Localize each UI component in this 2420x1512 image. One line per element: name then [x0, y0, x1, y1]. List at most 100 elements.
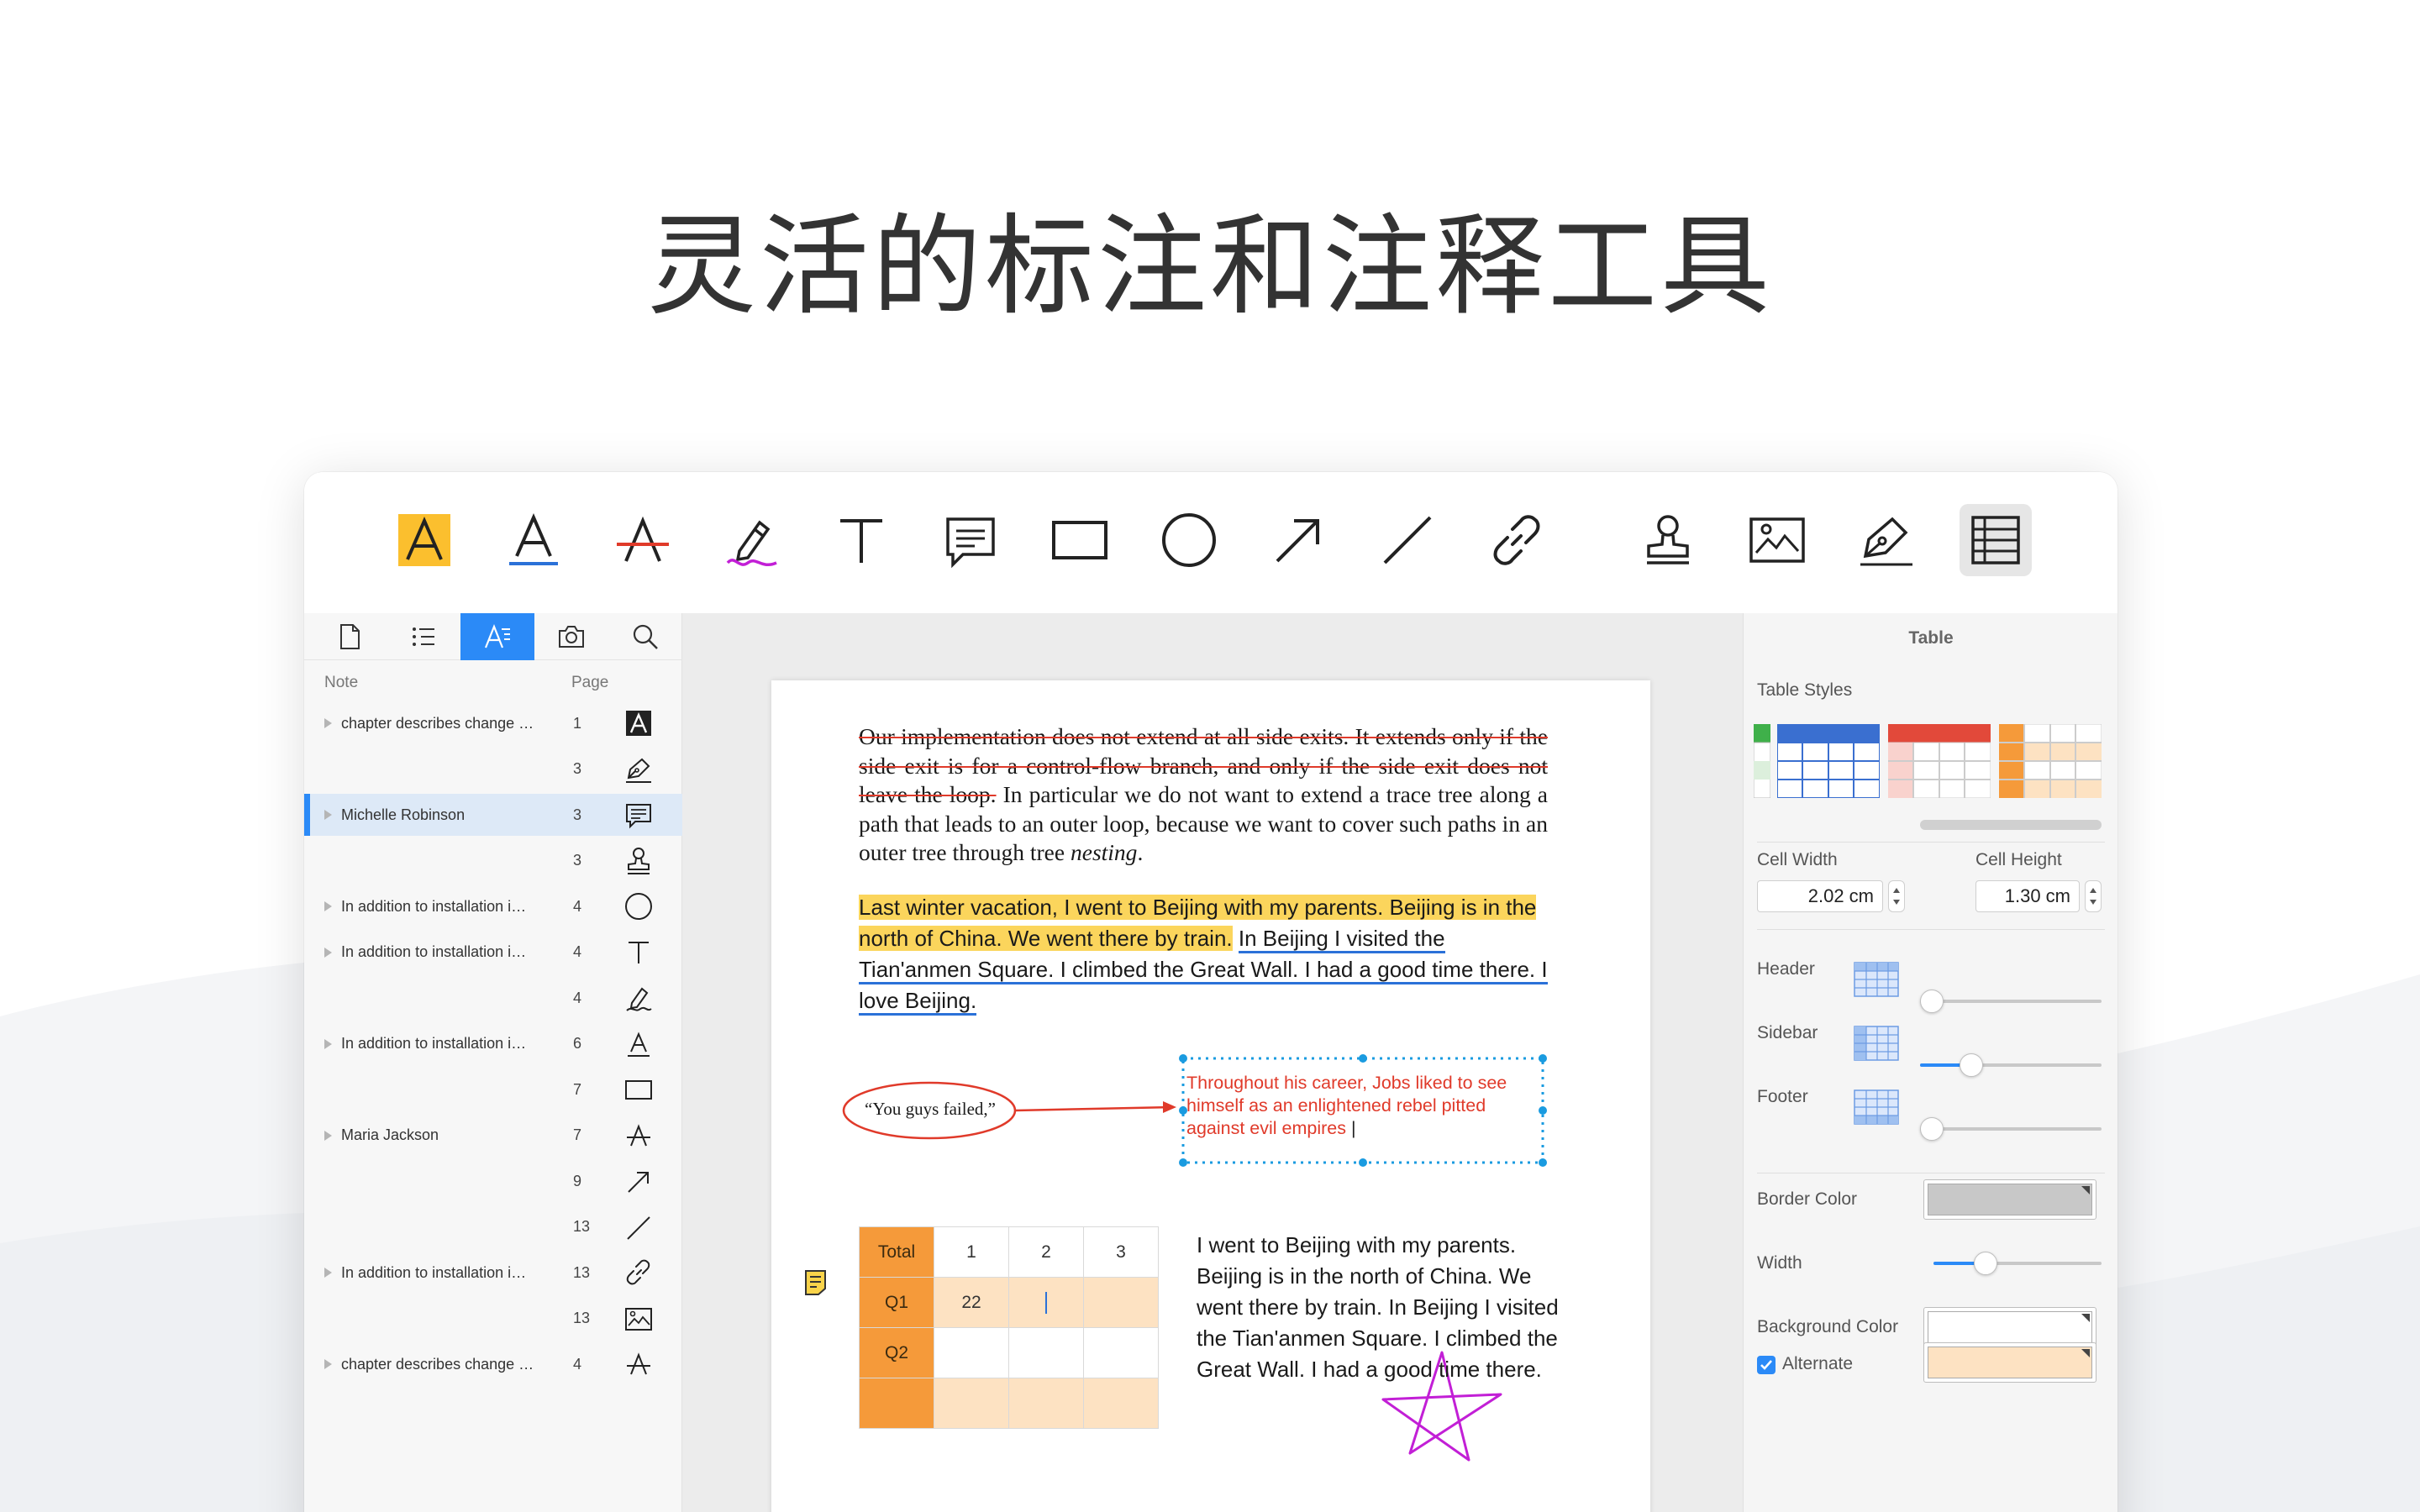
document-area: Our implementation does not extend at al… [682, 613, 2102, 1512]
note-page: 13 [573, 1218, 591, 1235]
note-list-item[interactable]: 13 [304, 1206, 682, 1248]
line-tool[interactable] [1371, 504, 1444, 576]
tab-search[interactable] [608, 613, 682, 660]
signature-tool[interactable] [1850, 504, 1923, 576]
table-style-red[interactable] [1888, 724, 1991, 798]
note-page: 7 [573, 1126, 582, 1143]
outline-icon [413, 627, 434, 646]
note-page: 4 [573, 943, 582, 960]
disclosure-triangle-icon[interactable] [324, 718, 332, 728]
note-list-item[interactable]: Maria Jackson 7 [304, 1115, 682, 1157]
footer-slider[interactable] [1920, 1117, 2102, 1141]
alternate-color-well[interactable] [1923, 1342, 2096, 1383]
callout-text[interactable]: Throughout his career, Jobs liked to see… [1186, 1072, 1523, 1140]
image-tool[interactable] [1741, 504, 1813, 576]
annotation-table[interactable]: Total 1 2 3 Q1 22 Q2 [859, 1226, 1159, 1429]
note-page: 3 [573, 760, 582, 777]
table-cell[interactable] [1083, 1378, 1159, 1429]
tab-outline[interactable] [387, 613, 460, 660]
disclosure-triangle-icon[interactable] [324, 947, 332, 958]
note-list-item[interactable]: 4 [304, 977, 682, 1019]
footer-grid-icon [1853, 1089, 1900, 1130]
note-list-item[interactable]: Michelle Robinson 3 [304, 794, 682, 836]
inspector-title: Table [1908, 628, 1954, 648]
table-cell[interactable] [859, 1378, 934, 1429]
border-width-slider[interactable] [1933, 1252, 2102, 1275]
cell-width-stepper[interactable] [1888, 880, 1905, 912]
note-list-item[interactable]: In addition to installation instru... 6 [304, 1023, 682, 1065]
note-page: 13 [573, 1310, 591, 1326]
note-text: chapter describes change Sho... [341, 1355, 534, 1373]
cell-height-field[interactable]: 1.30 cm [1975, 880, 2080, 912]
note-list-item[interactable]: 7 [304, 1068, 682, 1110]
table-styles-scrollbar[interactable] [1920, 820, 2102, 830]
rectangle-icon [1052, 521, 1107, 559]
table-cell[interactable] [934, 1327, 1009, 1378]
underline-tool[interactable] [497, 504, 570, 576]
table-cell[interactable] [934, 1378, 1009, 1429]
note-list-item[interactable]: In addition to installation instru... 13 [304, 1252, 682, 1294]
table-style-partial[interactable] [1754, 724, 1770, 798]
memo-icon[interactable] [802, 1268, 830, 1297]
table-cell[interactable]: 22 [934, 1277, 1009, 1328]
tab-annotations[interactable] [460, 612, 534, 660]
freehand-tool[interactable] [716, 504, 788, 576]
note-list-item[interactable]: 13 [304, 1298, 682, 1340]
disclosure-triangle-icon[interactable] [324, 1359, 332, 1369]
table-cell[interactable] [1008, 1327, 1084, 1378]
note-list-item[interactable]: 9 [304, 1160, 682, 1202]
disclosure-triangle-icon[interactable] [324, 1130, 332, 1141]
table-cell[interactable]: 3 [1083, 1226, 1159, 1278]
disclosure-triangle-icon[interactable] [324, 901, 332, 911]
header-slider[interactable] [1920, 990, 2102, 1013]
note-list-item[interactable]: 3 [304, 748, 682, 790]
note-list-item[interactable]: chapter describes change Sho... 4 [304, 1343, 682, 1385]
rectangle-icon [622, 1073, 655, 1106]
callout-arrow[interactable] [1014, 1105, 1174, 1112]
note-page: 4 [573, 989, 582, 1006]
tab-thumbnails[interactable] [313, 613, 387, 660]
cell-width-field[interactable]: 2.02 cm [1757, 880, 1883, 912]
table-cell[interactable] [1083, 1327, 1159, 1378]
highlight-tool[interactable] [388, 504, 460, 576]
tab-snapshot[interactable] [534, 613, 608, 660]
alternate-checkbox[interactable] [1757, 1356, 1776, 1374]
note-list-item[interactable]: 3 [304, 840, 682, 882]
cell-height-stepper[interactable] [2085, 880, 2102, 912]
disclosure-triangle-icon[interactable] [324, 1038, 332, 1049]
arrow-tool[interactable] [1262, 504, 1334, 576]
table-cell[interactable]: 2 [1008, 1226, 1084, 1278]
header-grid-icon [1853, 961, 1900, 1002]
table-cell[interactable]: Total [859, 1226, 934, 1278]
table-cell[interactable] [1083, 1277, 1159, 1328]
note-page: 4 [573, 897, 582, 915]
table-tool[interactable] [1960, 504, 2032, 576]
stamp-tool[interactable] [1632, 504, 1704, 576]
table-cell[interactable] [1008, 1378, 1084, 1429]
underline-icon [622, 1027, 655, 1061]
text-icon [622, 936, 655, 969]
note-list-item[interactable]: In addition to installation instru... 4 [304, 932, 682, 974]
table-cell[interactable]: 1 [934, 1226, 1009, 1278]
disclosure-triangle-icon[interactable] [324, 1268, 332, 1278]
note-page: 3 [573, 852, 582, 869]
table-style-orange[interactable] [1999, 724, 2102, 798]
table-cell[interactable]: Q2 [859, 1327, 934, 1378]
stamp-icon [622, 844, 655, 878]
link-tool[interactable] [1481, 504, 1553, 576]
border-color-well[interactable] [1923, 1179, 2096, 1220]
disclosure-triangle-icon[interactable] [324, 810, 332, 820]
table-cell-editing[interactable] [1008, 1277, 1084, 1328]
table-cell[interactable]: Q1 [859, 1277, 934, 1328]
strikethrough-tool[interactable] [607, 504, 679, 576]
background-color-well[interactable] [1923, 1307, 2096, 1347]
note-tool[interactable] [934, 504, 1007, 576]
link-icon [622, 1256, 655, 1289]
sidebar-slider[interactable] [1920, 1053, 2102, 1077]
note-list-item[interactable]: chapter describes change Sho... 1 [304, 702, 682, 744]
oval-tool[interactable] [1153, 504, 1225, 576]
text-tool[interactable] [825, 504, 897, 576]
table-style-blue[interactable] [1777, 724, 1880, 798]
note-list-item[interactable]: In addition to installation instru... 4 [304, 885, 682, 927]
rectangle-tool[interactable] [1044, 504, 1116, 576]
